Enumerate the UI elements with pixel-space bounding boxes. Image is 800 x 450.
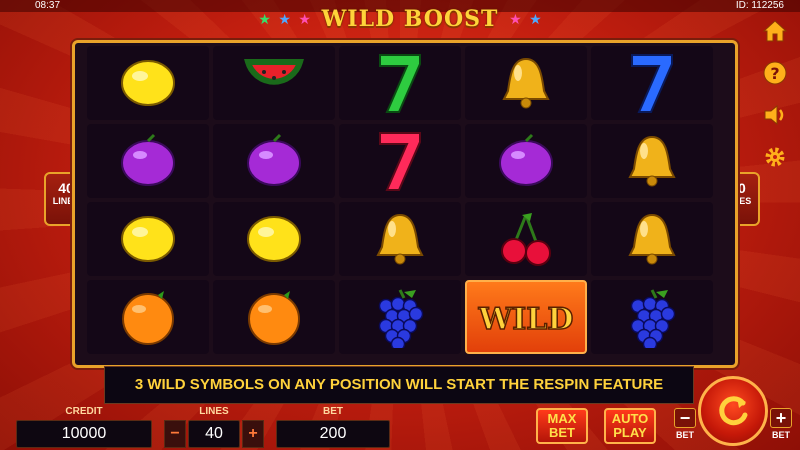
- home-icon[interactable]: [760, 16, 790, 46]
- watermelon-icon: [243, 52, 305, 114]
- reel-cell: [87, 124, 209, 198]
- lines-label: LINES: [199, 406, 229, 417]
- spin-button[interactable]: [698, 376, 768, 446]
- plum-icon: [243, 130, 305, 192]
- clock-text: 08:37: [35, 0, 61, 11]
- star-icon: ★: [529, 11, 542, 27]
- side-menu: ?: [760, 16, 790, 172]
- sound-icon[interactable]: [760, 100, 790, 130]
- game-title: WILD BOOST: [321, 6, 499, 32]
- star-icon: ★: [509, 11, 522, 27]
- svg-text:WILD: WILD: [478, 302, 574, 337]
- reel-cell: WILD: [465, 280, 587, 354]
- reel-cell: [87, 280, 209, 354]
- grapes-icon: [369, 286, 431, 348]
- reel-cell: [213, 124, 335, 198]
- bell-icon: [621, 208, 683, 270]
- lemon-icon: [117, 208, 179, 270]
- reel-cell: [465, 124, 587, 198]
- plum-icon: [117, 130, 179, 192]
- reel-cell: [339, 202, 461, 276]
- star-icon: ★: [278, 11, 291, 27]
- auto-play-button[interactable]: AUTO PLAY: [604, 408, 656, 444]
- help-icon[interactable]: ?: [760, 58, 790, 88]
- max-bet-label-bottom: BET: [549, 425, 575, 440]
- bet-increase-label: BET: [772, 430, 790, 440]
- lines-decrease-button[interactable]: −: [164, 420, 186, 448]
- bet-panel: BET 200: [276, 406, 390, 448]
- seven-green-icon: [369, 52, 431, 114]
- reel-cell: [591, 46, 713, 120]
- star-icon: ★: [258, 11, 271, 27]
- game-title-banner: ★ ★ ★ WILD BOOST ★ ★: [240, 5, 560, 33]
- reel-cell: [87, 202, 209, 276]
- lines-panel: LINES − 40 +: [164, 406, 264, 448]
- bell-icon: [621, 130, 683, 192]
- max-bet-label-top: MAX: [547, 411, 577, 426]
- grapes-icon: [621, 286, 683, 348]
- reel-cell: [213, 280, 335, 354]
- reel-cell: [465, 202, 587, 276]
- orange-icon: [117, 286, 179, 348]
- reel-cell: [591, 124, 713, 198]
- reel-cell: [339, 46, 461, 120]
- orange-icon: [243, 286, 305, 348]
- bet-decrease-label: BET: [676, 430, 694, 440]
- spin-icon: [719, 396, 748, 426]
- reel-cell: [213, 46, 335, 120]
- plum-icon: [495, 130, 557, 192]
- credit-value: 10000: [16, 420, 152, 448]
- reel-cell: [339, 280, 461, 354]
- credit-panel: CREDIT 10000: [16, 406, 152, 448]
- minus-icon: −: [674, 408, 696, 428]
- reel-cell: [465, 46, 587, 120]
- bet-label: BET: [323, 406, 343, 417]
- credit-label: CREDIT: [65, 406, 103, 417]
- lines-value: 40: [188, 420, 240, 448]
- reel-cell: [213, 202, 335, 276]
- lines-increase-button[interactable]: +: [242, 420, 264, 448]
- feature-message: 3 WILD SYMBOLS ON ANY POSITION WILL STAR…: [104, 366, 694, 404]
- cherries-icon: [495, 208, 557, 270]
- bet-decrease-button[interactable]: − BET: [674, 408, 696, 444]
- seven-blue-icon: [621, 52, 683, 114]
- star-icon: ★: [298, 11, 311, 27]
- reel-area: WILD: [72, 40, 738, 368]
- bet-increase-button[interactable]: + BET: [770, 408, 792, 444]
- game-id-text: ID: 112256: [735, 0, 784, 11]
- svg-text:?: ?: [770, 64, 779, 83]
- lemon-icon: [117, 52, 179, 114]
- bet-value: 200: [276, 420, 390, 448]
- reel-grid: WILD: [87, 46, 715, 358]
- reel-cell: [591, 202, 713, 276]
- reel-cell: [339, 124, 461, 198]
- bell-icon: [369, 208, 431, 270]
- lemon-icon: [243, 208, 305, 270]
- bell-icon: [495, 52, 557, 114]
- wild-icon: WILD: [471, 286, 581, 348]
- auto-play-label-bottom: PLAY: [613, 425, 647, 440]
- settings-icon[interactable]: [760, 142, 790, 172]
- reel-cell: [87, 46, 209, 120]
- max-bet-button[interactable]: MAX BET: [536, 408, 588, 444]
- auto-play-label-top: AUTO: [611, 411, 649, 426]
- reel-cell: [591, 280, 713, 354]
- plus-icon: +: [770, 408, 792, 428]
- seven-red-icon: [369, 130, 431, 192]
